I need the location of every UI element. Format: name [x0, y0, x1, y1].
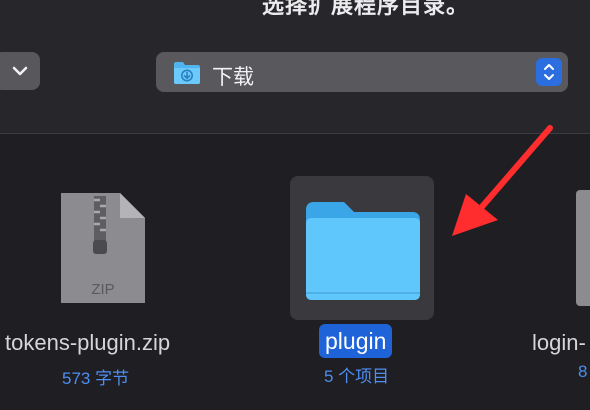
zip-icon-label: ZIP	[91, 281, 114, 298]
location-popup[interactable]: 下载	[156, 52, 568, 92]
location-label: 下载	[212, 66, 254, 89]
folder-icon	[306, 202, 420, 300]
file-icon[interactable]	[576, 190, 590, 306]
downloads-folder-icon	[174, 62, 200, 84]
file-name: login-	[532, 330, 586, 355]
location-stepper[interactable]	[536, 58, 562, 86]
red-arrow-pointing-at-folder	[452, 125, 553, 236]
file-name: tokens-plugin.zip	[5, 330, 171, 355]
file-meta: 5 个项目	[324, 367, 390, 386]
dialog-title: 选择扩展程序目录。	[262, 0, 470, 18]
file-item-plugin-folder[interactable]	[290, 176, 434, 320]
view-toggle-button[interactable]	[0, 52, 40, 90]
zip-file-icon: ZIP	[61, 193, 145, 303]
selected-file-name[interactable]: plugin	[319, 324, 393, 358]
chevron-down-icon	[12, 66, 28, 76]
file-meta: 573 字节	[62, 369, 130, 388]
file-meta: 8	[578, 362, 588, 381]
updown-stepper-icon	[544, 64, 554, 80]
